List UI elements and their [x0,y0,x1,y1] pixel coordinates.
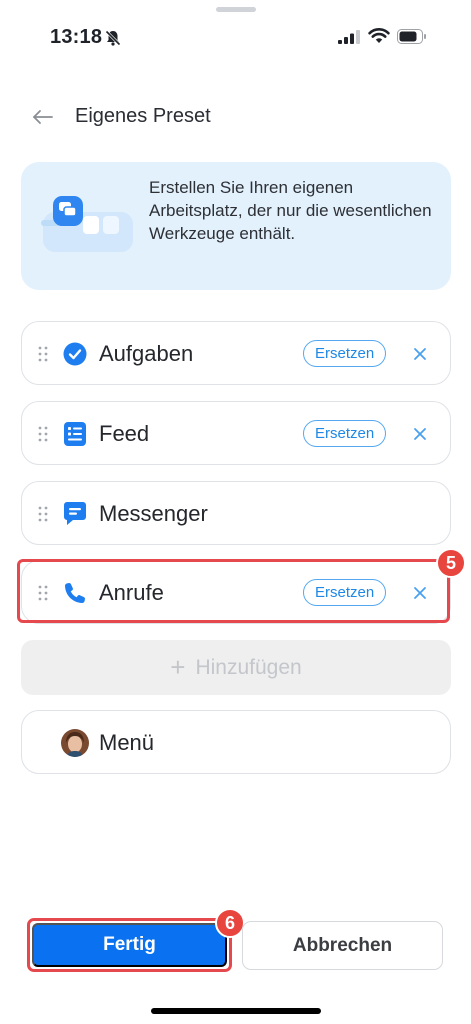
drag-handle-icon[interactable] [38,585,48,601]
feed-icon [62,421,88,447]
drag-handle-icon[interactable] [38,506,48,522]
done-button[interactable]: Fertig [32,923,227,967]
tool-row-aufgaben[interactable]: Aufgaben Ersetzen [21,321,451,385]
tool-label: Anrufe [99,580,164,605]
info-card: Erstellen Sie Ihren eigenen Arbeitsplatz… [21,162,451,290]
tasks-check-icon [62,341,88,367]
close-icon[interactable] [411,425,429,443]
close-icon[interactable] [411,584,429,602]
tool-label: Aufgaben [99,341,194,366]
replace-button-feed[interactable]: Ersetzen [303,420,387,447]
tool-label: Feed [99,421,150,446]
plus-icon: + [170,652,186,682]
tool-row-anrufe[interactable]: Anrufe Ersetzen [21,560,451,624]
add-tool-button[interactable]: + Hinzufügen [21,640,451,695]
tool-label: Messenger [99,501,208,526]
wifi-icon [368,28,390,43]
bell-muted-icon [105,30,121,46]
phone-icon [62,580,88,606]
arrow-left-icon [33,110,53,124]
replace-button-anrufe[interactable]: Ersetzen [303,579,387,606]
tool-label: Menü [99,730,155,755]
tool-row-feed[interactable]: Feed Ersetzen [21,401,451,465]
cellular-signal-icon [338,30,360,44]
preset-sheet: 13:18 Eigenes Preset Erstellen Sie Ihren… [0,0,471,1024]
sheet-grabber[interactable] [216,7,256,12]
step-badge-6: 6 [215,908,245,938]
status-time: 13:18 [50,26,103,48]
back-button[interactable] [28,104,58,130]
tool-row-messenger[interactable]: Messenger [21,481,451,545]
page-title: Eigenes Preset [75,105,211,127]
info-text: Erstellen Sie Ihren eigenen Arbeitsplatz… [149,178,432,243]
battery-icon [397,29,426,44]
close-icon[interactable] [411,345,429,363]
drag-handle-icon[interactable] [38,346,48,362]
replace-button-aufgaben[interactable]: Ersetzen [303,340,387,367]
highlight-frame-fertig: Fertig [27,918,232,972]
step-badge-5: 5 [436,548,466,578]
avatar [61,729,89,757]
messenger-icon [62,501,88,527]
home-indicator[interactable] [151,1008,321,1014]
cancel-button[interactable]: Abbrechen [242,921,443,970]
workspace-illustration-icon [41,196,133,252]
drag-handle-icon[interactable] [38,426,48,442]
tool-row-menu[interactable]: Menü [21,710,451,774]
add-tool-label: Hinzufügen [195,655,302,679]
